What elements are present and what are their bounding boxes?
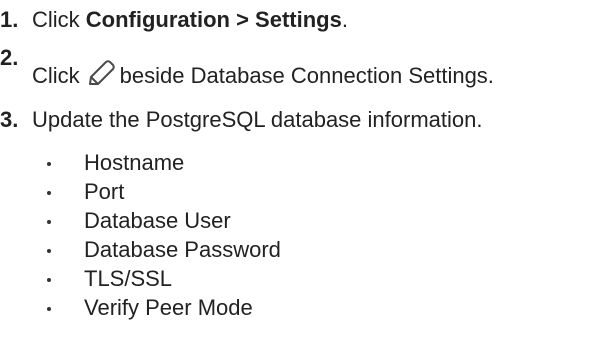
step-3: 3. Update the PostgreSQL database informa… [0,106,482,134]
list-item: Port [44,177,281,206]
list-item: Hostname [44,148,281,177]
database-fields-list: Hostname Port Database User Database Pas… [44,148,281,322]
list-item: Verify Peer Mode [44,293,281,322]
step-number: 3. [0,107,19,132]
step-text-prefix: Click [32,63,80,88]
step-1: 1. Click Configuration > Settings. [0,6,348,34]
menu-path: Configuration > Settings [85,7,342,32]
step-text-suffix: . [341,7,348,32]
step-number: 2. [0,45,19,70]
step-text: Update the PostgreSQL database informati… [32,107,483,132]
step-text-suffix: beside Database Connection Settings. [119,63,494,88]
step-2: 2. Click beside Database Connection Sett… [0,44,605,94]
step-text-prefix: Click [32,7,86,32]
instructions-document: 1. Click Configuration > Settings. 2. Cli… [0,0,605,358]
step-number: 1. [0,7,19,32]
list-item: TLS/SSL [44,264,281,293]
list-item: Database Password [44,235,281,264]
step-text: Click beside Database Connection Setting… [32,60,494,90]
pencil-edit-icon [88,60,115,85]
list-item: Database User [44,206,281,235]
